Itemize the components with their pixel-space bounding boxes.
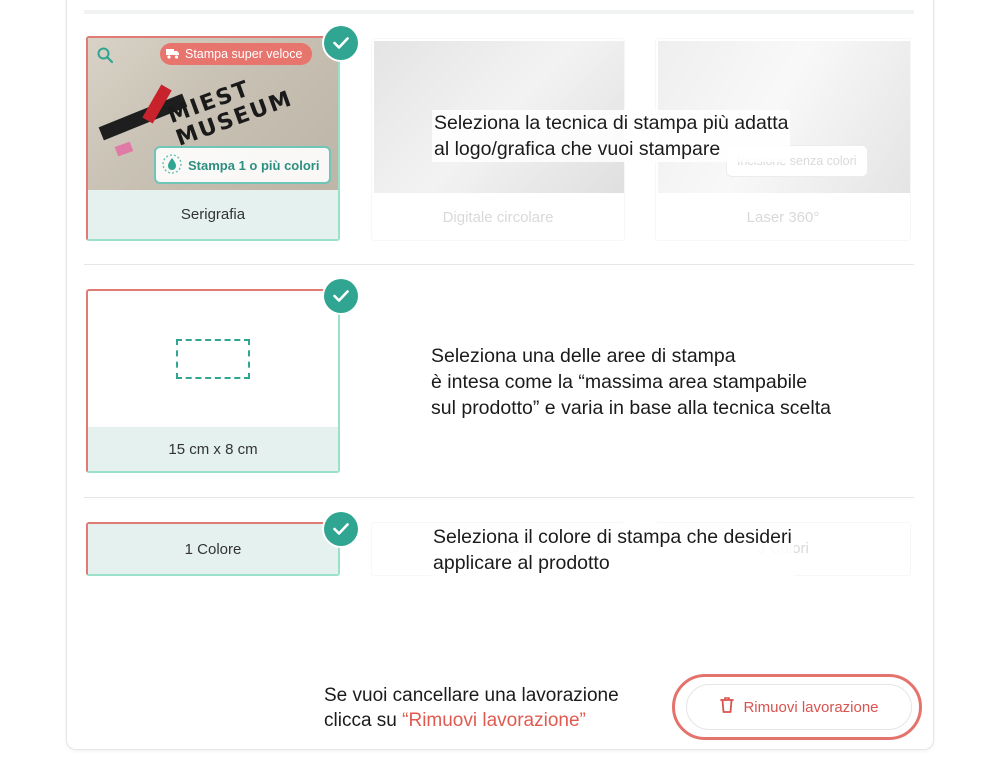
technique-card-serigrafia[interactable]: MIEST MUSEUM Stampa super veloce Stampa … (86, 26, 358, 241)
divider (84, 497, 914, 498)
technique-option-label: Laser 360° (746, 209, 820, 226)
technique-option-label: Digitale circolare (442, 209, 554, 226)
selected-check-icon (324, 26, 358, 60)
ink-drop-icon (162, 153, 182, 177)
color-card-footer: 1 Colore (88, 524, 338, 574)
technique-card-footer: Serigrafia (88, 190, 338, 239)
selected-check-icon (324, 512, 358, 546)
color-card-1[interactable]: 1 Colore (86, 512, 358, 576)
remove-hint-link: “Rimuovi lavorazione” (402, 710, 586, 731)
print-area-label: 15 cm x 8 cm (168, 440, 258, 458)
print-area-hint: Seleziona una delle aree di stampa è int… (431, 343, 831, 421)
colors-badge: Stampa 1 o più colori (154, 146, 332, 184)
divider (84, 264, 914, 265)
fast-print-badge: Stampa super veloce (160, 43, 313, 65)
remove-hint: Se vuoi cancellare una lavorazione clicc… (324, 683, 619, 733)
decorative-pink (114, 141, 134, 157)
selected-check-icon (324, 279, 358, 313)
print-area-outline (176, 339, 250, 379)
print-area-hint-line: Seleziona una delle aree di stampa (431, 345, 736, 367)
top-divider (84, 10, 914, 14)
color-card-label: 1 Colore (184, 540, 242, 558)
technique-hint: Seleziona la tecnica di stampa più adatt… (432, 110, 791, 162)
print-area-footer: 15 cm x 8 cm (88, 427, 338, 471)
remove-processing-button[interactable]: Rimuovi lavorazione (686, 684, 912, 730)
color-hint-line: applicare al prodotto (433, 552, 610, 574)
technique-hint-line: Seleziona la tecnica di stampa più adatt… (434, 112, 789, 134)
color-hint: Seleziona il colore di stampa che deside… (431, 524, 794, 576)
remove-hint-line: Se vuoi cancellare una lavorazione (324, 685, 619, 706)
truck-icon (166, 47, 180, 62)
technique-hint-line: al logo/grafica che vuoi stampare (434, 138, 721, 160)
trash-icon (719, 696, 735, 718)
print-area-card[interactable]: 15 cm x 8 cm (86, 279, 358, 473)
remove-hint-line: clicca su “Rimuovi lavorazione” (324, 708, 619, 733)
remove-processing-label: Rimuovi lavorazione (743, 698, 879, 716)
fast-print-label: Stampa super veloce (185, 47, 303, 61)
color-hint-line: Seleziona il colore di stampa che deside… (433, 526, 792, 548)
print-area-hint-line: è intesa come la “massima area stampabil… (431, 371, 808, 393)
print-area-hint-line: sul prodotto” e varia in base alla tecni… (431, 397, 831, 419)
remove-hint-prefix: clicca su (324, 710, 403, 731)
technique-card-label: Serigrafia (180, 206, 246, 223)
zoom-icon[interactable] (96, 46, 114, 69)
colors-badge-label: Stampa 1 o più colori (188, 157, 320, 173)
